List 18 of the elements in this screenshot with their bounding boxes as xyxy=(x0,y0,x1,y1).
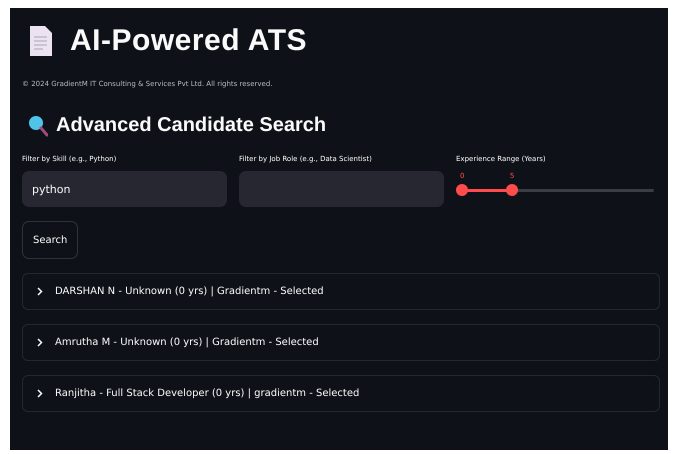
chevron-icon xyxy=(37,389,43,398)
result-title: Amrutha M - Unknown (0 yrs) | Gradientm - Selected xyxy=(55,337,319,348)
result-title: Ranjitha - Full Stack Developer (0 yrs) | gradientm - Selected xyxy=(55,388,360,399)
slider-thumb[interactable] xyxy=(456,184,468,196)
app-title: AI-Powered ATS xyxy=(70,24,308,58)
result-expander[interactable]: Amrutha M - Unknown (0 yrs) | Gradientm - Selected xyxy=(22,324,660,361)
section-heading: Advanced Candidate Search xyxy=(56,114,326,137)
search-button[interactable]: Search xyxy=(22,221,78,259)
chevron-icon xyxy=(37,287,43,296)
chevron-icon xyxy=(37,338,43,347)
filter-input[interactable] xyxy=(239,171,444,207)
result-title: DARSHAN N - Unknown (0 yrs) | Gradientm - Selected xyxy=(55,286,324,297)
result-expander[interactable]: DARSHAN N - Unknown (0 yrs) | Gradientm - Selected xyxy=(22,273,660,310)
document-icon xyxy=(30,26,52,56)
slider-thumb[interactable] xyxy=(506,184,518,196)
result-expander[interactable]: Ranjitha - Full Stack Developer (0 yrs) | gradientm - Selected xyxy=(22,375,660,412)
magnifier-icon xyxy=(28,114,48,136)
filter-input[interactable]: python xyxy=(22,171,227,207)
